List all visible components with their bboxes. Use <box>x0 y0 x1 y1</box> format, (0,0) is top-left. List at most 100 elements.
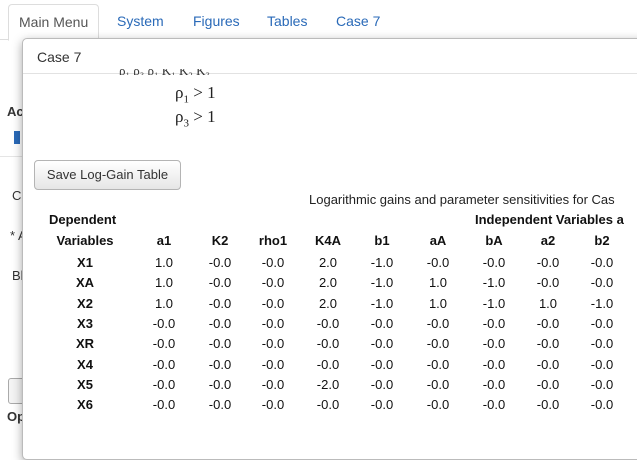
table-cell: -0.0 <box>208 336 232 351</box>
tab-system[interactable]: System <box>117 4 164 40</box>
row-label-x2: X2 <box>77 296 93 311</box>
column-header-b2: b2 <box>594 233 610 248</box>
constraint-equation-1: ρ1 > 1 <box>175 83 216 105</box>
table-cell: 2.0 <box>318 255 338 270</box>
modal-title: Case 7 <box>37 49 82 65</box>
table-cell: -0.0 <box>316 397 340 412</box>
table-cell: -0.0 <box>316 316 340 331</box>
tab-figures[interactable]: Figures <box>193 4 240 40</box>
table-cell: 1.0 <box>154 275 174 290</box>
independent-variables-header: Independent Variables a <box>475 212 624 227</box>
column-header-a1: a1 <box>156 233 172 248</box>
table-cell: -0.0 <box>261 275 285 290</box>
table-cell: 1.0 <box>154 255 174 270</box>
modal-header: Case 7 <box>23 39 637 74</box>
table-cell: -0.0 <box>261 336 285 351</box>
table-cell: -0.0 <box>482 377 506 392</box>
table-cell: -0.0 <box>482 357 506 372</box>
table-cell: -0.0 <box>208 275 232 290</box>
table-cell: -0.0 <box>426 397 450 412</box>
save-log-gain-table-button[interactable]: Save Log-Gain Table <box>34 160 181 190</box>
table-cell: 1.0 <box>428 296 448 311</box>
table-cell: -0.0 <box>152 316 176 331</box>
variables-header: Variables <box>56 233 114 248</box>
table-cell: -0.0 <box>590 316 614 331</box>
table-cell: -0.0 <box>208 397 232 412</box>
table-cell: -0.0 <box>536 255 560 270</box>
table-cell: -0.0 <box>426 377 450 392</box>
table-cell: -0.0 <box>261 397 285 412</box>
table-cell: -2.0 <box>316 377 340 392</box>
tab-main-menu[interactable]: Main Menu <box>8 4 100 41</box>
table-cell: -1.0 <box>370 255 394 270</box>
table-cell: 2.0 <box>318 275 338 290</box>
table-cell: 1.0 <box>154 296 174 311</box>
row-label-x6: X6 <box>77 397 93 412</box>
equation-relation: > 1 <box>188 83 216 102</box>
background-text-fragment-c: C <box>12 188 22 203</box>
table-cell: -0.0 <box>370 316 394 331</box>
table-cell: -0.0 <box>370 377 394 392</box>
equation-relation: > 1 <box>188 107 216 126</box>
row-label-x5: X5 <box>77 377 93 392</box>
table-cell: -0.0 <box>208 316 232 331</box>
table-cell: -0.0 <box>590 275 614 290</box>
table-cell: -0.0 <box>261 357 285 372</box>
table-cell: -0.0 <box>426 316 450 331</box>
row-label-x3: X3 <box>77 316 93 331</box>
table-cell: -0.0 <box>482 316 506 331</box>
table-cell: -0.0 <box>208 357 232 372</box>
background-link-fragment[interactable] <box>14 131 20 144</box>
table-cell: -0.0 <box>590 336 614 351</box>
table-cell: -0.0 <box>426 255 450 270</box>
table-cell: 2.0 <box>318 296 338 311</box>
table-cell: -0.0 <box>261 255 285 270</box>
table-cell: -0.0 <box>426 357 450 372</box>
row-label-xa: XA <box>75 275 95 290</box>
table-cell: -1.0 <box>370 296 394 311</box>
table-cell: -0.0 <box>482 255 506 270</box>
dependent-header: Dependent <box>49 212 117 227</box>
column-header-ba: bA <box>485 233 503 248</box>
table-cell: -0.0 <box>536 357 560 372</box>
row-label-xr: XR <box>75 336 95 351</box>
table-cell: -1.0 <box>590 296 614 311</box>
table-cell: -0.0 <box>261 377 285 392</box>
table-cell: -0.0 <box>536 377 560 392</box>
column-header-aa: aA <box>429 233 447 248</box>
column-header-a2: a2 <box>540 233 556 248</box>
table-cell: -0.0 <box>536 336 560 351</box>
table-cell: -0.0 <box>208 377 232 392</box>
table-cell: -0.0 <box>590 357 614 372</box>
column-header-rho1: rho1 <box>258 233 288 248</box>
column-header-k4a: K4A <box>314 233 341 248</box>
table-cell: -0.0 <box>590 255 614 270</box>
table-cell: -0.0 <box>536 275 560 290</box>
column-header-b1: b1 <box>374 233 390 248</box>
table-cell: -0.0 <box>482 397 506 412</box>
table-cell: -0.0 <box>536 397 560 412</box>
table-cell: -0.0 <box>590 377 614 392</box>
case-7-modal: Case 7 ρ₁ ρ₃ ρ₁ K₁ K₂ K₃ ρ1 > 1 ρ3 > 1 S… <box>22 38 637 460</box>
table-cell: -0.0 <box>316 336 340 351</box>
table-cell: 1.0 <box>428 275 448 290</box>
table-cell: -0.0 <box>152 397 176 412</box>
constraint-equation-2: ρ3 > 1 <box>175 107 216 129</box>
top-tab-bar: Main Menu System Figures Tables Case 7 <box>0 0 637 41</box>
column-header-k2: K2 <box>211 233 229 248</box>
background-divider <box>0 156 22 157</box>
table-cell: -0.0 <box>590 397 614 412</box>
row-label-x4: X4 <box>77 357 93 372</box>
tab-case-7[interactable]: Case 7 <box>336 4 380 40</box>
tab-tables[interactable]: Tables <box>267 4 307 40</box>
table-cell: -0.0 <box>152 336 176 351</box>
table-cell: -0.0 <box>152 357 176 372</box>
table-cell: -0.0 <box>261 316 285 331</box>
table-cell: -0.0 <box>261 296 285 311</box>
table-cell: -0.0 <box>316 357 340 372</box>
table-caption: Logarithmic gains and parameter sensitiv… <box>309 192 615 207</box>
table-cell: -0.0 <box>370 357 394 372</box>
table-cell: -0.0 <box>208 296 232 311</box>
table-cell: -0.0 <box>152 377 176 392</box>
table-cell: -0.0 <box>208 255 232 270</box>
